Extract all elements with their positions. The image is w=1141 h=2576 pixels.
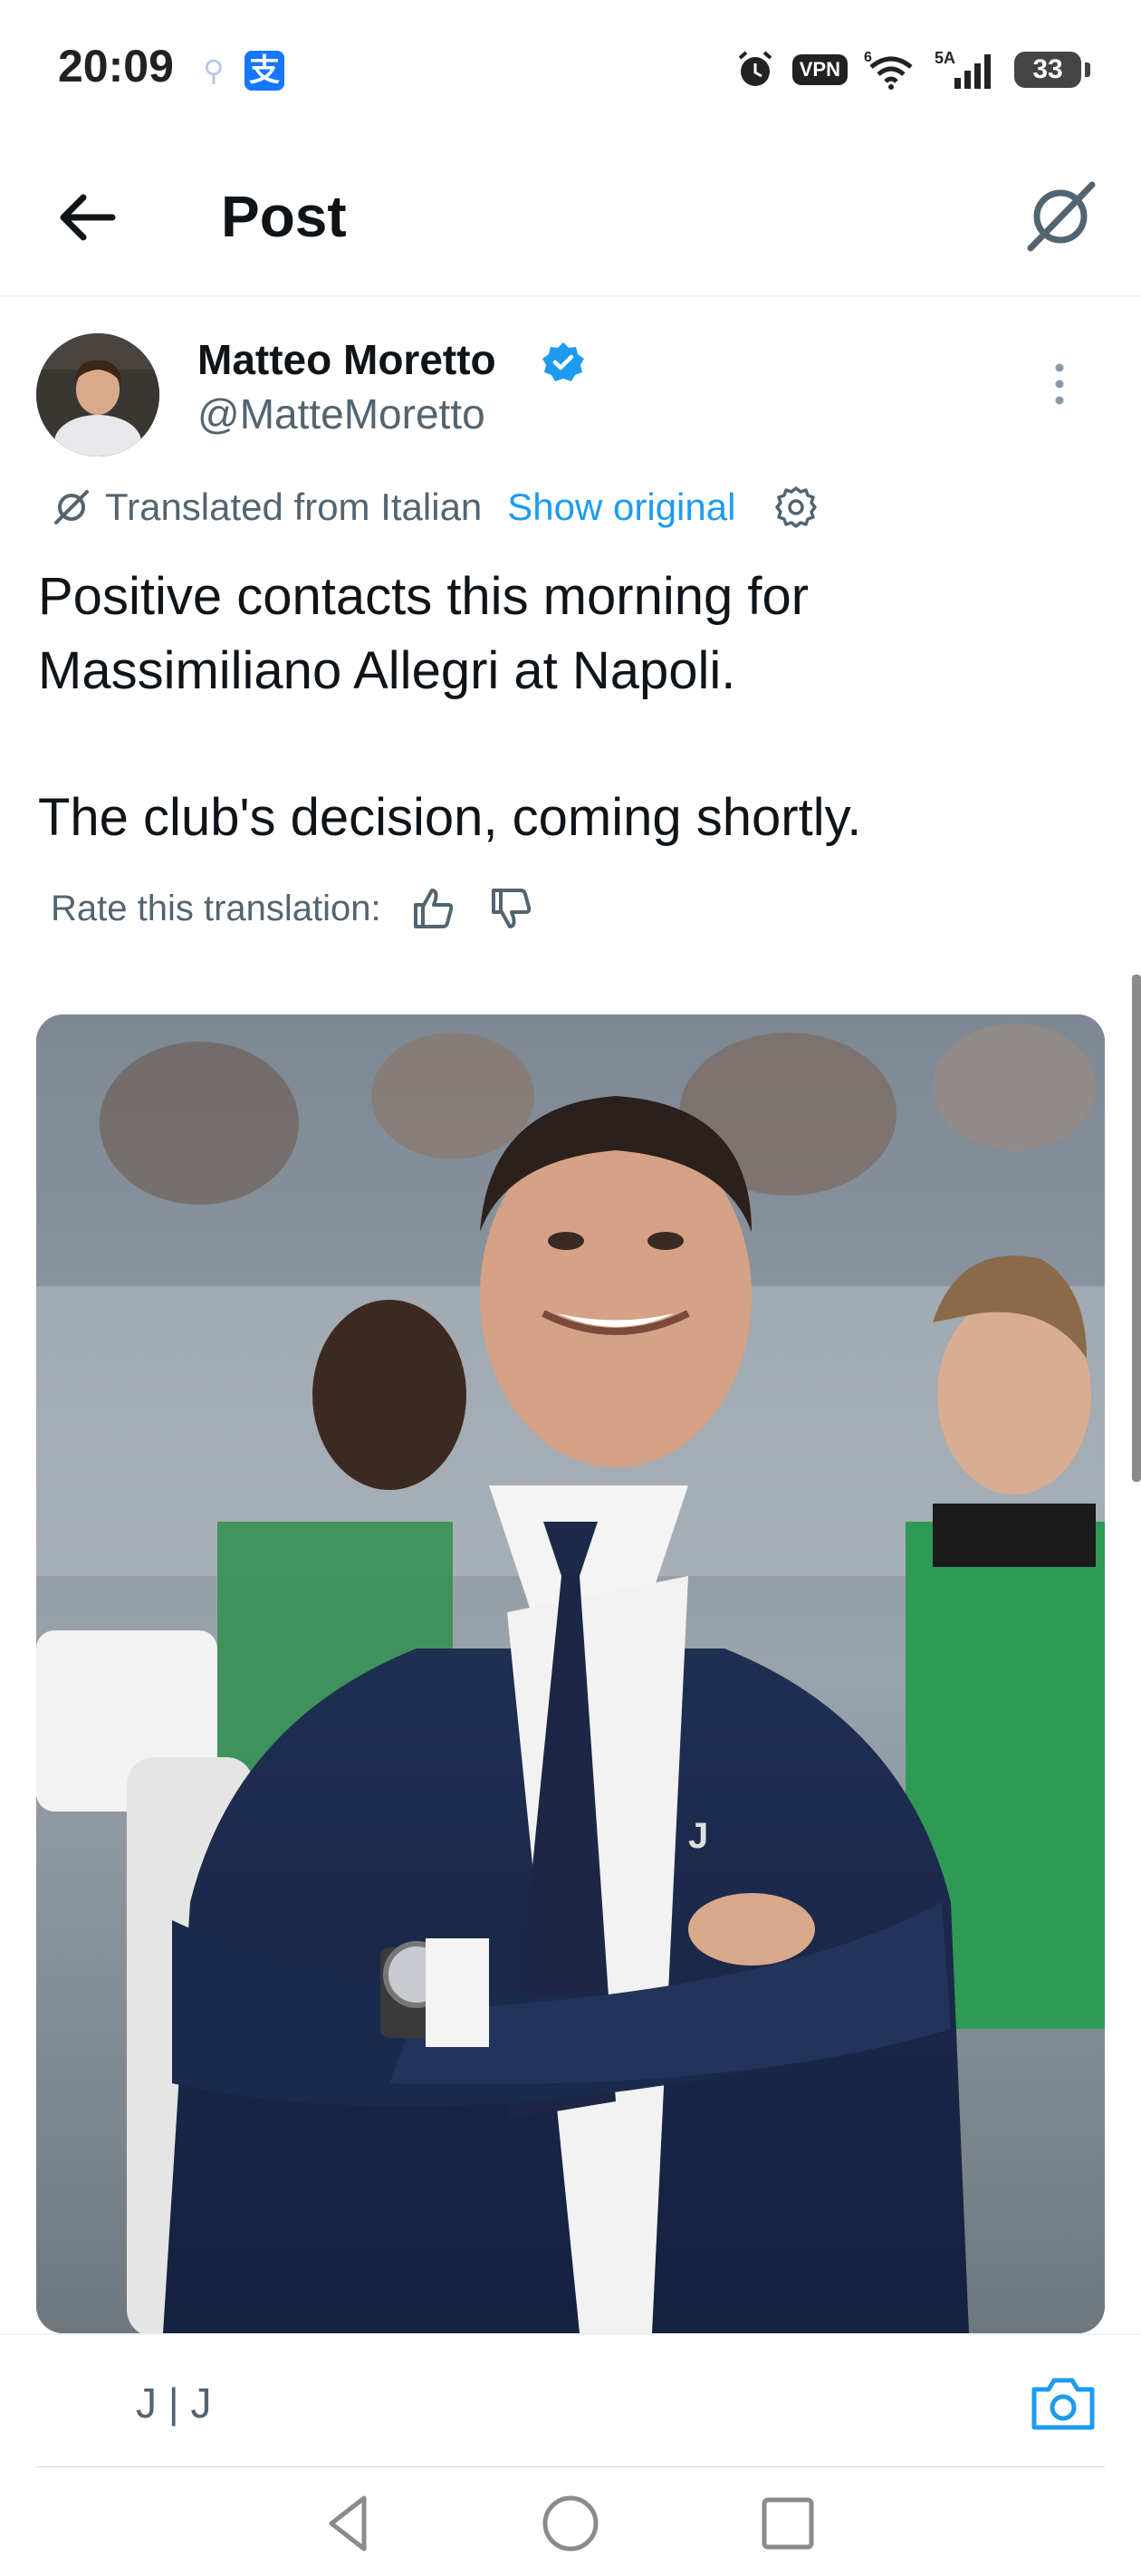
reply-input[interactable]: J | J — [136, 2379, 212, 2427]
svg-text:J: J — [688, 1816, 708, 1856]
tweet-media-image[interactable]: J — [36, 1014, 1105, 2333]
tweet-paragraph-2: The club's decision, coming shortly. — [38, 788, 862, 847]
svg-text:5A: 5A — [935, 49, 955, 67]
media-photo: J — [36, 1014, 1105, 2333]
cellular-signal-icon: 5A — [935, 49, 991, 89]
nav-recents-icon[interactable] — [755, 2491, 820, 2556]
battery-indicator: 33 — [1014, 52, 1090, 88]
rate-translation-label: Rate this translation: — [51, 888, 381, 928]
status-time: 20:09 — [58, 41, 174, 91]
grok-translate-icon — [54, 490, 89, 524]
status-bar: 20:09 ⚲ 支 VPN 6 5A 33 — [0, 0, 1141, 136]
back-button[interactable] — [51, 181, 123, 254]
verified-badge-icon — [542, 342, 584, 381]
svg-text:6: 6 — [864, 50, 872, 65]
system-navigation-bar — [0, 2467, 1141, 2576]
translation-row: Translated from Italian Show original — [51, 480, 819, 534]
vpn-badge: VPN — [791, 54, 848, 85]
nav-back-icon[interactable] — [317, 2491, 382, 2556]
rocket-notification-icon: ⚲ — [203, 54, 225, 87]
author-name[interactable]: Matteo Moretto — [197, 335, 496, 384]
tweet-text: Positive contacts this morning for Massi… — [38, 560, 1098, 855]
translated-from-label: Translated from Italian — [105, 485, 483, 528]
gear-icon[interactable] — [773, 485, 819, 530]
tweet-paragraph-1: Positive contacts this morning for Massi… — [38, 567, 810, 700]
reply-composer[interactable]: J | J — [0, 2333, 1141, 2469]
thumbs-up-icon[interactable] — [408, 883, 459, 934]
alipay-notification-icon: 支 — [244, 51, 284, 91]
avatar[interactable] — [36, 333, 159, 457]
rate-translation-row: Rate this translation: — [51, 879, 537, 938]
grok-icon[interactable] — [1020, 176, 1101, 257]
camera-icon[interactable] — [1029, 2371, 1098, 2433]
thumbs-down-icon[interactable] — [486, 883, 537, 934]
scrollbar[interactable] — [1132, 975, 1141, 1482]
wifi-icon: 6 — [864, 50, 913, 90]
page-title: Post — [221, 184, 347, 249]
nav-home-icon[interactable] — [538, 2491, 603, 2556]
alarm-icon — [738, 51, 772, 86]
show-original-link[interactable]: Show original — [507, 485, 735, 529]
more-options-icon[interactable] — [1041, 359, 1078, 409]
author-handle[interactable]: @MatteMoretto — [197, 389, 485, 438]
top-app-bar: Post — [0, 136, 1141, 297]
status-right-icons: VPN 6 5A 33 — [734, 47, 1090, 92]
